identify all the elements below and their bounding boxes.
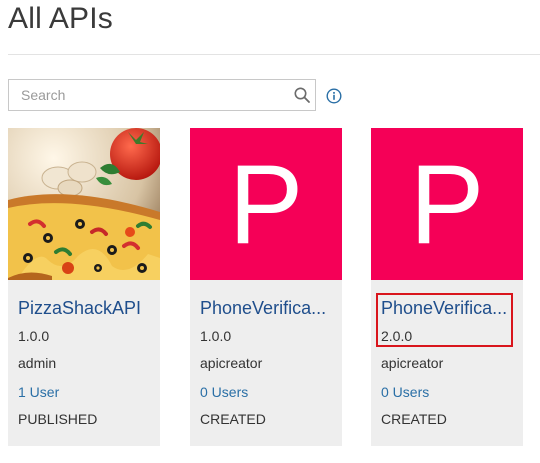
api-thumbnail[interactable]: P	[371, 128, 523, 280]
page-title: All APIs	[8, 2, 113, 35]
api-status: CREATED	[381, 411, 447, 427]
api-users-link[interactable]: 1 User	[18, 384, 59, 400]
api-card[interactable]: PizzaShackAPI 1.0.0 admin 1 User PUBLISH…	[8, 128, 160, 446]
api-owner: apicreator	[381, 355, 444, 371]
api-card[interactable]: P PhoneVerifica... 1.0.0 apicreator 0 Us…	[190, 128, 342, 446]
api-owner: admin	[18, 355, 57, 371]
search-box[interactable]	[8, 79, 316, 111]
api-status: CREATED	[200, 411, 266, 427]
api-name-link[interactable]: PhoneVerifica...	[200, 298, 334, 319]
api-owner: apicreator	[200, 355, 263, 371]
info-icon[interactable]	[326, 88, 342, 104]
api-version: 1.0.0	[18, 328, 50, 344]
pizza-image[interactable]	[8, 128, 160, 280]
api-thumbnail[interactable]: P	[190, 128, 342, 280]
highlight-box	[376, 293, 513, 347]
api-version: 1.0.0	[200, 328, 232, 344]
thumbnail-letter: P	[409, 141, 485, 267]
api-status: PUBLISHED	[18, 411, 98, 427]
api-name-link[interactable]: PizzaShackAPI	[18, 298, 152, 319]
search-icon[interactable]	[293, 86, 311, 104]
api-users-link[interactable]: 0 Users	[200, 384, 248, 400]
title-divider	[8, 54, 540, 55]
search-input[interactable]	[9, 80, 289, 110]
api-users-link[interactable]: 0 Users	[381, 384, 429, 400]
api-card[interactable]: P PhoneVerifica... 2.0.0 apicreator 0 Us…	[371, 128, 523, 446]
thumbnail-letter: P	[228, 141, 304, 267]
